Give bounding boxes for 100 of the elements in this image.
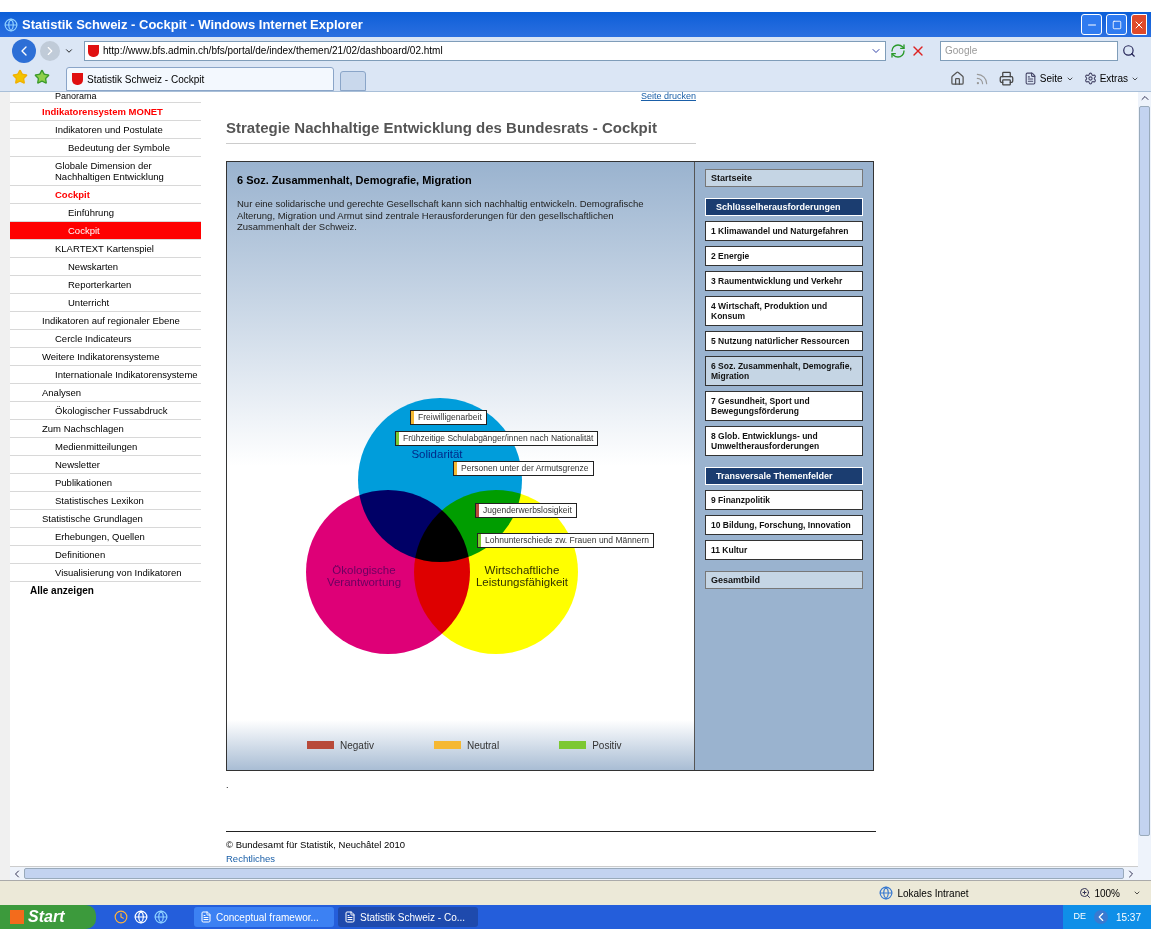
refresh-icon[interactable]	[890, 42, 906, 59]
indicator-tag[interactable]: Frühzeitige Schulabgänger/innen nach Nationalität	[395, 430, 599, 446]
windows-logo-icon	[10, 910, 24, 924]
sidebar-item[interactable]: Erhebungen, Quellen	[10, 528, 201, 546]
nav-topic-link[interactable]: 8 Glob. Entwicklungs- und Umweltherausforderungen	[705, 425, 863, 456]
page-title: Strategie Nachhaltige Entwicklung des Bundesrats - Cockpit	[226, 117, 696, 144]
browser-logo-icon	[4, 17, 18, 32]
quick-launch-icon[interactable]	[154, 910, 168, 924]
add-favorites-icon[interactable]	[34, 69, 50, 85]
indicator-label: Lohnunterschiede zw. Frauen und Männern	[485, 533, 649, 547]
sidebar-item[interactable]: Definitionen	[10, 546, 201, 564]
command-menu-button[interactable]: Seite	[1023, 71, 1074, 86]
maximize-icon	[1111, 19, 1122, 30]
sidebar-item[interactable]: Indikatoren auf regionaler Ebene	[10, 312, 201, 330]
browser-tab[interactable]: Statistik Schweiz - Cockpit	[66, 67, 334, 91]
sidebar-item[interactable]: Newsletter	[10, 456, 201, 474]
indicator-tag[interactable]: Lohnunterschiede zw. Frauen und Männern	[477, 532, 654, 548]
nav-topic-link[interactable]: 9 Finanzpolitik	[705, 489, 863, 510]
nav-topic-link[interactable]: 7 Gesundheit, Sport und Bewegungsförderung	[705, 390, 863, 421]
close-button[interactable]	[1131, 14, 1147, 35]
vertical-scrollbar[interactable]	[1138, 92, 1151, 880]
print-icon[interactable]	[998, 71, 1014, 86]
window-title: Statistik Schweiz - Cockpit - Windows Internet Explorer	[22, 15, 364, 34]
indicator-tag[interactable]: Jugenderwerbslosigkeit	[475, 502, 577, 518]
legend-label: Positiv	[592, 738, 622, 753]
search-field[interactable]: Google	[940, 40, 1118, 61]
command-menu-button[interactable]: Extras	[1083, 71, 1139, 86]
maximize-button[interactable]	[1106, 14, 1127, 35]
circle-label: Solidarität	[411, 447, 463, 460]
minimize-button[interactable]	[1081, 14, 1102, 35]
sidebar-item[interactable]: Weitere Indikatorensysteme	[10, 348, 201, 366]
nav-topic-link[interactable]: 11 Kultur	[705, 539, 863, 560]
sidebar-item[interactable]: Panorama	[10, 92, 201, 103]
print-page-link[interactable]: Seite drucken	[640, 92, 696, 101]
sidebar-item[interactable]: Statistisches Lexikon	[10, 492, 201, 510]
zoom-button[interactable]: 100%	[1079, 885, 1141, 901]
url-text: http://www.bfs.admin.ch/bfs/portal/de/index/themen/21/02/dashboard/02.html	[103, 44, 444, 58]
nav-topic-link[interactable]: 1 Klimawandel und Naturgefahren	[705, 220, 863, 241]
indicator-label: Freiwilligenarbeit	[418, 410, 482, 424]
sidebar-item[interactable]: Analysen	[10, 384, 201, 402]
nav-topic-link[interactable]: 2 Energie	[705, 245, 863, 266]
horizontal-scrollbar[interactable]	[10, 866, 1138, 880]
show-all-link[interactable]: Alle anzeigen	[10, 582, 201, 599]
sidebar-item[interactable]: Indikatorensystem MONET	[10, 103, 201, 121]
feed-icon[interactable]	[974, 71, 989, 86]
sidebar-item[interactable]: Unterricht	[10, 294, 201, 312]
gear-icon	[1083, 72, 1097, 85]
nav-topic-link[interactable]: 5 Nutzung natürlicher Ressourcen	[705, 330, 863, 351]
nav-topic-link[interactable]: 6 Soz. Zusammenhalt, Demografie, Migration	[705, 355, 863, 386]
topic-heading: 6 Soz. Zusammenhalt, Demografie, Migration	[236, 172, 473, 188]
sidebar-item[interactable]: Internationale Indikatorensysteme	[10, 366, 201, 384]
indicator-label: Frühzeitige Schulabgänger/innen nach Nationalität	[403, 431, 594, 445]
topic-description: Nur eine solidarische und gerechte Gesellschaft kann sich nachhaltig entwickeln. Demografische Alterung, Migration und Armut sind zentrale Herausforderungen für den gesellschaftlichen Zusammenhalt der Schweiz.	[236, 198, 645, 233]
caret-icon	[1133, 889, 1141, 897]
tray-expand-icon[interactable]	[1093, 910, 1108, 924]
sidebar-item[interactable]: Ökologischer Fussabdruck	[10, 402, 201, 420]
sidebar-item[interactable]: Zum Nachschlagen	[10, 420, 201, 438]
favorites-star-icon[interactable]	[12, 69, 28, 85]
back-button[interactable]	[12, 38, 36, 63]
sidebar-item[interactable]: Visualisierung von Indikatoren	[10, 564, 201, 582]
page-icon	[1023, 72, 1037, 85]
sidebar-item[interactable]: Indikatoren und Postulate	[10, 121, 201, 139]
copyright-text: © Bundesamt für Statistik, Neuchâtel 2010	[226, 837, 407, 852]
sidebar-item[interactable]: Statistische Grundlagen	[10, 510, 201, 528]
new-tab-button[interactable]	[340, 71, 366, 91]
quick-launch-icon[interactable]	[114, 910, 128, 924]
sidebar-item[interactable]: Cockpit	[10, 222, 201, 240]
tab-title: Statistik Schweiz - Cockpit	[87, 72, 205, 87]
shield-icon	[88, 44, 99, 57]
home-icon[interactable]	[949, 71, 965, 86]
address-field[interactable]: http://www.bfs.admin.ch/bfs/portal/de/index/themen/21/02/dashboard/02.html	[84, 40, 886, 61]
nav-button[interactable]: Startseite	[705, 168, 863, 187]
search-icon[interactable]	[1122, 43, 1136, 58]
nav-section-heading: Transversale Themenfelder	[705, 466, 863, 485]
nav-button[interactable]: Gesamtbild	[705, 570, 863, 589]
sidebar-item[interactable]: Cercle Indicateurs	[10, 330, 201, 348]
start-button[interactable]: Start	[0, 905, 96, 929]
nav-topic-link[interactable]: 3 Raumentwicklung und Verkehr	[705, 270, 863, 291]
taskbar-task[interactable]: Statistik Schweiz - Co...	[338, 907, 478, 927]
indicator-label: Personen unter der Armutsgrenze	[461, 461, 589, 475]
legend-label: Neutral	[466, 738, 500, 753]
indicator-tag[interactable]: Personen unter der Armutsgrenze	[453, 460, 594, 476]
legal-link[interactable]: Rechtliches	[226, 851, 876, 866]
zone-text: Lokales Intranet	[897, 886, 969, 901]
sidebar-item[interactable]: Bedeutung der Symbole	[10, 139, 201, 157]
nav-topic-link[interactable]: 4 Wirtschaft, Produktion und Konsum	[705, 295, 863, 326]
sidebar-item[interactable]: Newskarten	[10, 258, 201, 276]
window-icon	[200, 911, 212, 923]
nav-topic-link[interactable]: 10 Bildung, Forschung, Innovation	[705, 514, 863, 535]
circle-label: Wirtschaftliche Leistungsfähigkeit	[475, 563, 569, 587]
sidebar-item[interactable]: KLARTEXT Kartenspiel	[10, 240, 201, 258]
sidebar-item[interactable]: Publikationen	[10, 474, 201, 492]
indicator-label: Jugenderwerbslosigkeit	[483, 503, 572, 517]
clock-text: 15:37	[1115, 910, 1141, 925]
circle-label: Ökologische Verantwortung	[326, 563, 402, 587]
sidebar-item[interactable]: Medienmitteilungen	[10, 438, 201, 456]
sidebar-item[interactable]: Cockpit	[10, 186, 201, 204]
taskbar-task[interactable]: Conceptual framewor...	[194, 907, 334, 927]
sidebar-item[interactable]: Globale Dimension der Nachhaltigen Entwicklung	[10, 157, 201, 186]
sidebar-item[interactable]: Reporterkarten	[10, 276, 201, 294]
